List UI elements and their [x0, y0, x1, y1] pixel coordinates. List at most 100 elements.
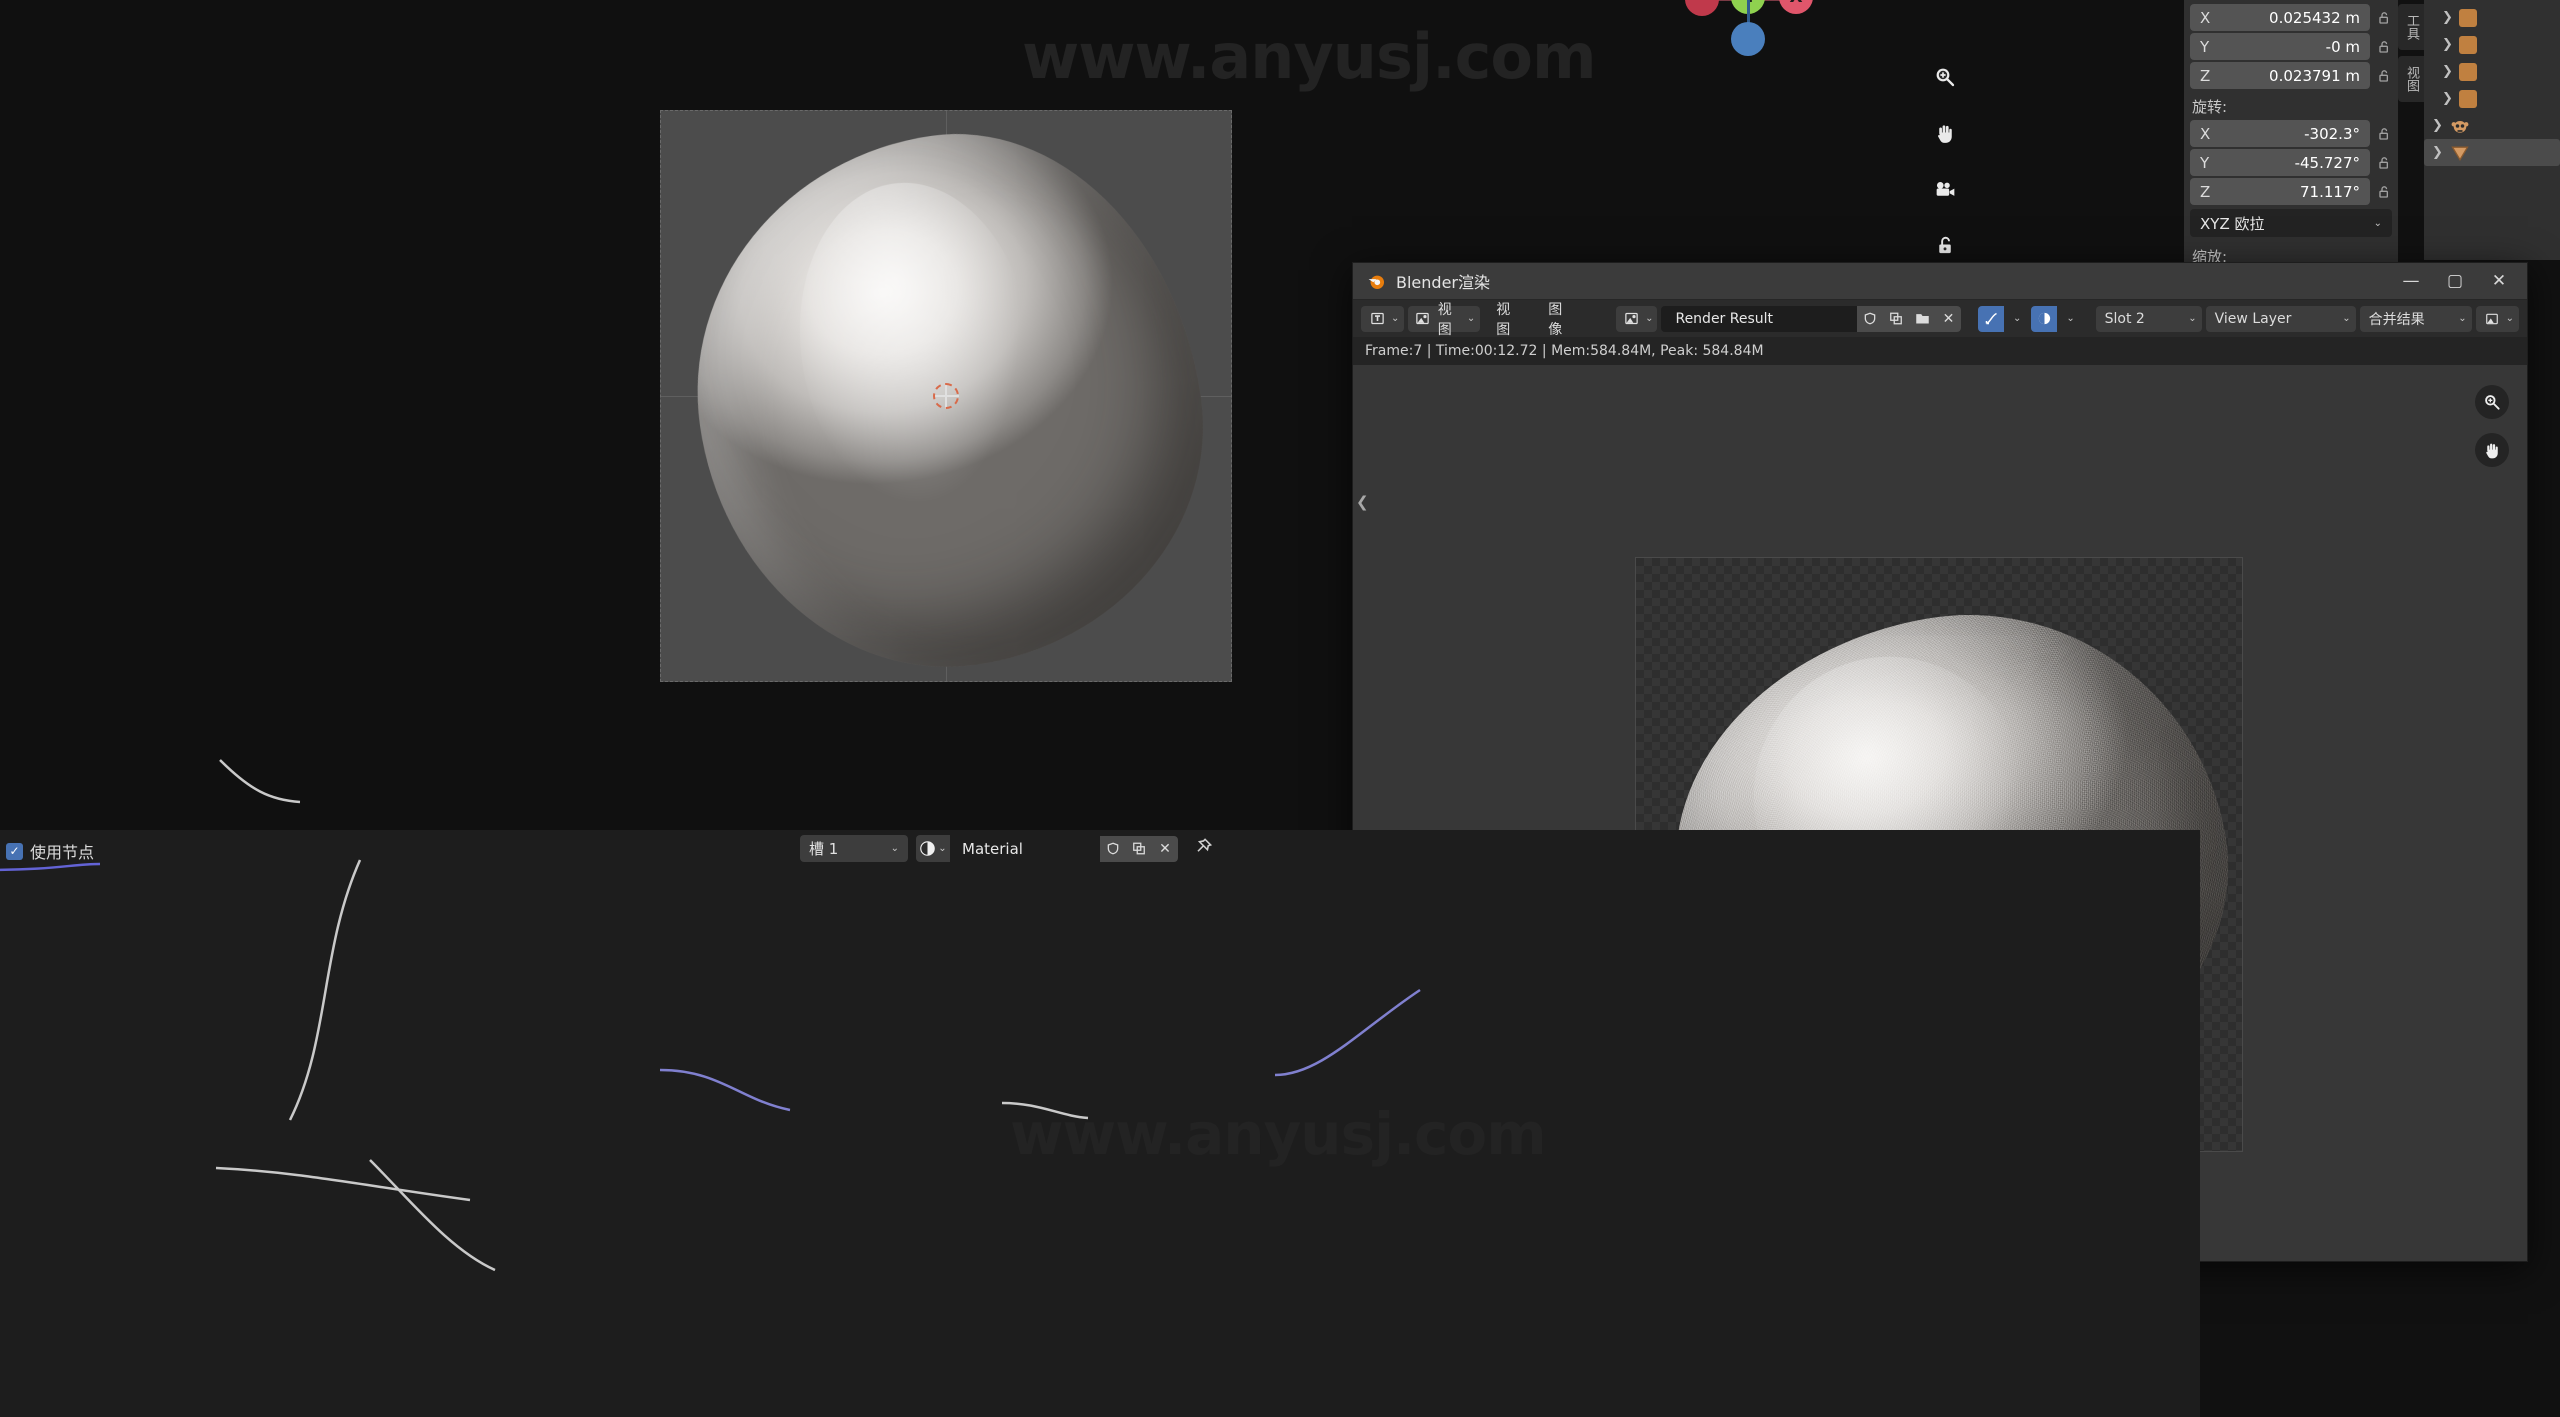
- chevron-down-icon[interactable]: ⌄: [2007, 313, 2027, 324]
- gizmo-z-ball[interactable]: [1731, 22, 1765, 56]
- duplicate-icon[interactable]: [1126, 835, 1152, 862]
- folder-icon[interactable]: [1909, 305, 1936, 332]
- unlock-icon[interactable]: [2376, 67, 2392, 85]
- chevron-down-icon[interactable]: ⌄: [2458, 313, 2466, 324]
- close-button[interactable]: ✕: [2477, 263, 2521, 299]
- chevron-right-icon[interactable]: ❯: [2442, 64, 2453, 79]
- chevron-down-icon[interactable]: ⌄: [891, 843, 899, 854]
- rotation-field-z[interactable]: Z 71.117°: [2190, 178, 2370, 205]
- outliner-panel[interactable]: ❯ ❯ ❯ ❯ ❯ ❯: [2424, 0, 2560, 260]
- rotation-field-y[interactable]: Y -45.727°: [2190, 149, 2370, 176]
- render-window-titlebar[interactable]: Blender渲染 — ▢ ✕: [1353, 263, 2527, 300]
- hand-icon[interactable]: [1928, 116, 1962, 150]
- sidebar-tab-tool[interactable]: 工具: [2398, 4, 2425, 50]
- pin-icon[interactable]: [1194, 837, 1213, 861]
- material-datablock[interactable]: ⌄ Material ✕: [916, 835, 1178, 862]
- camera-icon[interactable]: [1928, 172, 1962, 206]
- shield-icon[interactable]: [1100, 835, 1126, 862]
- image-display-toggle[interactable]: ⌄: [2475, 305, 2520, 332]
- render-slot-selector[interactable]: Slot 2 ⌄: [2095, 305, 2202, 332]
- chevron-down-icon[interactable]: ⌄: [2342, 313, 2350, 324]
- shader-node-editor[interactable]: www.anyusj.com ✓ 使用节点 槽 1 ⌄ ⌄ Material ✕: [0, 759, 2200, 1417]
- display-channels-toggle[interactable]: ⌄: [1978, 305, 2027, 332]
- maximize-button[interactable]: ▢: [2433, 263, 2477, 299]
- window-controls[interactable]: — ▢ ✕: [2389, 263, 2521, 299]
- sphere-icon[interactable]: [2031, 305, 2058, 332]
- gizmo-x-ball[interactable]: X: [1779, 0, 1813, 14]
- delete-material-button[interactable]: ✕: [1152, 835, 1178, 862]
- outliner-row[interactable]: ❯: [2424, 31, 2560, 58]
- navigation-gizmo[interactable]: -Y X: [1685, 0, 1815, 56]
- material-sphere-icon[interactable]: ⌄: [916, 835, 950, 862]
- zoom-icon[interactable]: [2475, 385, 2509, 419]
- axis-value: -302.3°: [2304, 124, 2360, 143]
- rotation-row-z[interactable]: Z 71.117°: [2184, 178, 2398, 205]
- outliner-row[interactable]: ❯: [2424, 112, 2560, 139]
- chevron-right-icon[interactable]: ❯: [2432, 145, 2443, 160]
- hand-icon[interactable]: [2475, 433, 2509, 467]
- render-window-header[interactable]: ⌄ 视图 ⌄ 视图 图像 ⌄ Render Result ✕ ⌄ ⌄ Slot …: [1353, 299, 2527, 339]
- axis-label: Y: [2200, 153, 2210, 172]
- shield-icon[interactable]: [1857, 305, 1884, 332]
- chevron-down-icon[interactable]: ⌄: [1645, 313, 1653, 324]
- material-slot-dropdown[interactable]: 槽 1 ⌄: [800, 835, 908, 862]
- sidebar-tab-view[interactable]: 视图: [2398, 56, 2425, 102]
- chevron-right-icon[interactable]: ❯: [2442, 91, 2453, 106]
- outliner-row[interactable]: ❯: [2424, 85, 2560, 112]
- render-pass-selector[interactable]: 合并结果 ⌄: [2359, 305, 2472, 332]
- chevron-down-icon[interactable]: ⌄: [938, 843, 946, 854]
- minimize-button[interactable]: —: [2389, 263, 2433, 299]
- menu-image[interactable]: 图像: [1536, 299, 1584, 339]
- chevron-down-icon[interactable]: ⌄: [2188, 313, 2196, 324]
- location-row-y[interactable]: Y -0 m: [2184, 33, 2398, 60]
- checkbox-icon[interactable]: ✓: [6, 842, 23, 860]
- material-slot-bar[interactable]: 槽 1 ⌄ ⌄ Material ✕: [800, 835, 1213, 862]
- duplicate-icon[interactable]: [1883, 305, 1910, 332]
- chevron-down-icon[interactable]: ⌄: [1467, 313, 1475, 324]
- view-mode-label[interactable]: 视图: [1434, 302, 1464, 338]
- rotation-row-x[interactable]: X -302.3°: [2184, 120, 2398, 147]
- view-layer-selector[interactable]: View Layer ⌄: [2205, 305, 2356, 332]
- mesh-icon: [2458, 89, 2477, 108]
- chevron-right-icon[interactable]: ❯: [2432, 118, 2443, 133]
- sidebar-vertical-tabs[interactable]: 工具 视图: [2398, 4, 2425, 108]
- image-datablock-selector[interactable]: Render Result ✕: [1661, 305, 1962, 332]
- cone-icon: [2451, 146, 2469, 161]
- chevron-down-icon[interactable]: ⌄: [2506, 313, 2514, 324]
- chevron-down-icon[interactable]: ⌄: [2060, 313, 2080, 324]
- unlock-icon[interactable]: [2376, 154, 2392, 172]
- viewport-nav-icons[interactable]: [1928, 60, 1962, 262]
- rotation-field-x[interactable]: X -302.3°: [2190, 120, 2370, 147]
- unlock-icon[interactable]: [2376, 183, 2392, 201]
- datablock-type-selector[interactable]: ⌄: [1616, 305, 1658, 332]
- chevron-right-icon[interactable]: ❯: [2442, 37, 2453, 52]
- unlock-icon[interactable]: [1928, 228, 1962, 262]
- sidebar-expand-icon[interactable]: ❮: [1356, 493, 1369, 511]
- outliner-row[interactable]: ❯: [2424, 58, 2560, 85]
- rotation-mode-dropdown[interactable]: XYZ 欧拉 ⌄: [2190, 209, 2392, 237]
- zoom-icon[interactable]: [1928, 60, 1962, 94]
- close-icon[interactable]: ✕: [1935, 305, 1962, 332]
- render-slot-value: Slot 2: [2104, 310, 2145, 327]
- editor-type-selector[interactable]: ⌄: [1361, 305, 1405, 332]
- menu-view[interactable]: 视图: [1484, 299, 1532, 339]
- unlock-icon[interactable]: [2376, 9, 2392, 27]
- use-nodes-toggle[interactable]: ✓ 使用节点: [6, 839, 94, 863]
- display-mode-toggle[interactable]: ⌄: [2031, 305, 2080, 332]
- gizmo-negx-ball[interactable]: [1685, 0, 1719, 16]
- chevron-down-icon[interactable]: ⌄: [1391, 313, 1399, 324]
- render-canvas-tools[interactable]: [2475, 385, 2509, 467]
- outliner-row-selected[interactable]: ❯: [2424, 139, 2560, 166]
- location-row-x[interactable]: X 0.025432 m: [2184, 4, 2398, 31]
- chevron-right-icon[interactable]: ❯: [2442, 10, 2453, 25]
- rotation-row-y[interactable]: Y -45.727°: [2184, 149, 2398, 176]
- outliner-row[interactable]: ❯: [2424, 4, 2560, 31]
- display-channels-icon[interactable]: [1978, 305, 2005, 332]
- unlock-icon[interactable]: [2376, 125, 2392, 143]
- location-row-z[interactable]: Z 0.023791 m: [2184, 62, 2398, 89]
- location-field-z[interactable]: Z 0.023791 m: [2190, 62, 2370, 89]
- unlock-icon[interactable]: [2376, 38, 2392, 56]
- location-field-y[interactable]: Y -0 m: [2190, 33, 2370, 60]
- location-field-x[interactable]: X 0.025432 m: [2190, 4, 2370, 31]
- view-mode-selector[interactable]: 视图 ⌄: [1408, 302, 1481, 338]
